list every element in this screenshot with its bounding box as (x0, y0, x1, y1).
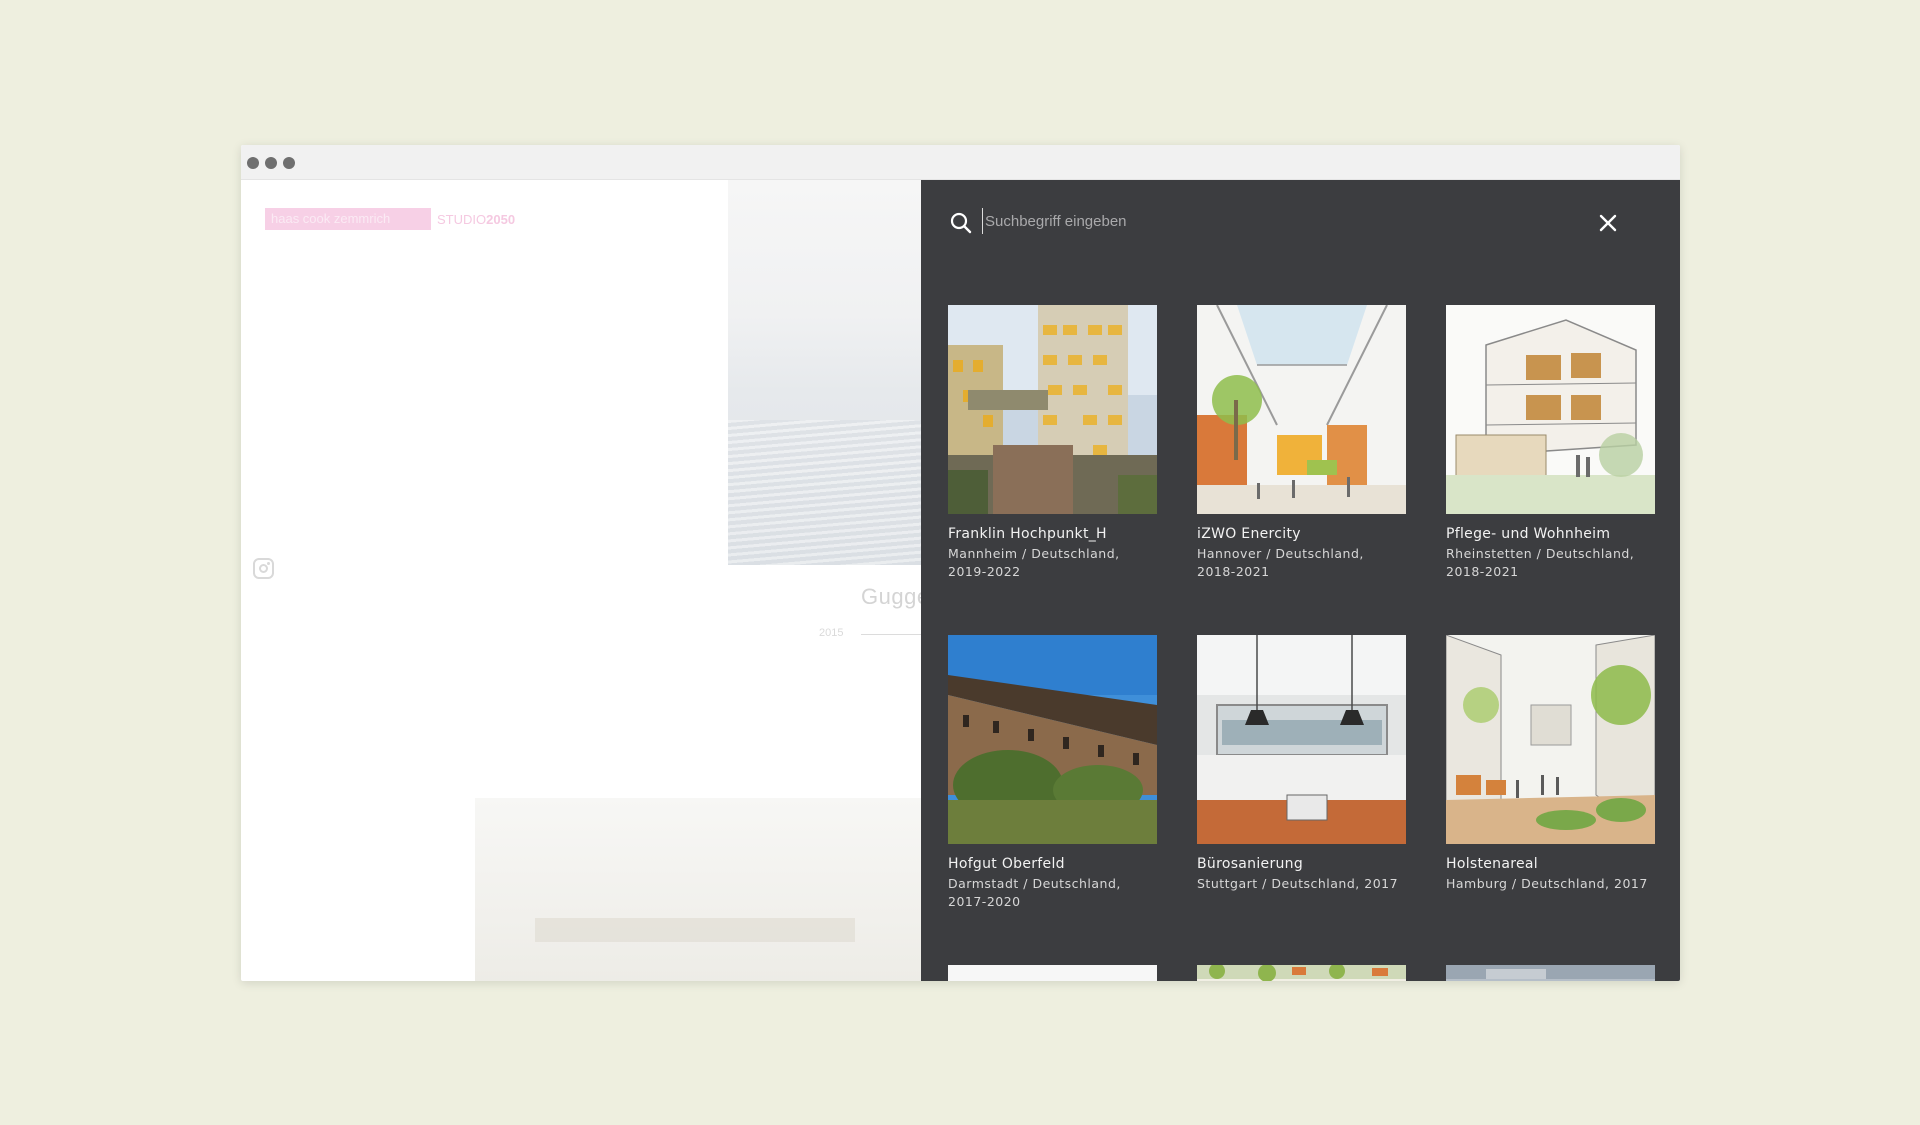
result-thumbnail[interactable] (1197, 305, 1406, 514)
browser-window: haas cook zemmrich STUDIO2050 Gugge 2015 (241, 145, 1680, 981)
window-control-dot[interactable] (247, 157, 259, 169)
result-title: Hofgut Oberfeld (948, 856, 1065, 872)
logo-name: haas cook zemmrich (265, 208, 431, 230)
result-subtitle: Hamburg / Deutschland, 2017 (1446, 876, 1648, 891)
project-year: 2015 (819, 627, 844, 639)
result-thumbnail[interactable] (1197, 635, 1406, 844)
result-card[interactable] (1446, 965, 1655, 981)
result-subtitle: Rheinstetten / Deutschland, 2018-2021 (1446, 546, 1635, 579)
result-card[interactable]: Bürosanierung Stuttgart / Deutschland, 2… (1197, 635, 1406, 893)
background-page: haas cook zemmrich STUDIO2050 Gugge 2015 (241, 180, 935, 981)
window-titlebar (241, 145, 1680, 180)
result-title: Holstenareal (1446, 856, 1538, 872)
result-thumbnail[interactable] (948, 965, 1157, 981)
result-card[interactable]: Franklin Hochpunkt_H Mannheim / Deutschl… (948, 305, 1157, 581)
search-icon (950, 212, 972, 234)
project-image-lower[interactable] (475, 798, 935, 981)
window-control-dot[interactable] (283, 157, 295, 169)
result-thumbnail[interactable] (1446, 635, 1655, 844)
result-thumbnail[interactable] (1197, 965, 1406, 981)
result-thumbnail[interactable] (948, 635, 1157, 844)
site-logo[interactable]: haas cook zemmrich STUDIO2050 (265, 208, 515, 230)
result-title: Bürosanierung (1197, 856, 1304, 872)
result-card[interactable]: iZWO Enercity Hannover / Deutschland, 20… (1197, 305, 1406, 581)
search-overlay: Franklin Hochpunkt_H Mannheim / Deutschl… (921, 180, 1680, 981)
close-icon[interactable] (1594, 209, 1622, 237)
search-input[interactable] (982, 208, 1542, 234)
result-card[interactable] (948, 965, 1157, 981)
logo-studio-number: 2050 (486, 211, 516, 227)
project-hero-image[interactable] (728, 180, 928, 565)
result-title: Franklin Hochpunkt_H (948, 526, 1107, 542)
result-card[interactable]: Holstenareal Hamburg / Deutschland, 2017 (1446, 635, 1655, 893)
result-card[interactable] (1197, 965, 1406, 981)
result-title: Pflege- und Wohnheim (1446, 526, 1611, 542)
result-thumbnail[interactable] (1446, 965, 1655, 981)
result-subtitle: Stuttgart / Deutschland, 2017 (1197, 876, 1399, 891)
result-subtitle: Hannover / Deutschland, 2018-2021 (1197, 546, 1364, 579)
result-subtitle: Darmstadt / Deutschland, 2017-2020 (948, 876, 1121, 909)
logo-studio-prefix: STUDIO (437, 211, 487, 227)
result-card[interactable]: Hofgut Oberfeld Darmstadt / Deutschland,… (948, 635, 1157, 911)
result-card[interactable]: Pflege- und Wohnheim Rheinstetten / Deut… (1446, 305, 1655, 581)
result-subtitle: Mannheim / Deutschland, 2019-2022 (948, 546, 1120, 579)
result-thumbnail[interactable] (948, 305, 1157, 514)
logo-studio: STUDIO2050 (437, 212, 515, 227)
instagram-icon[interactable] (253, 558, 274, 579)
window-control-dot[interactable] (265, 157, 277, 169)
result-thumbnail[interactable] (1446, 305, 1655, 514)
project-title[interactable]: Gugge (861, 584, 930, 610)
result-title: iZWO Enercity (1197, 526, 1301, 542)
